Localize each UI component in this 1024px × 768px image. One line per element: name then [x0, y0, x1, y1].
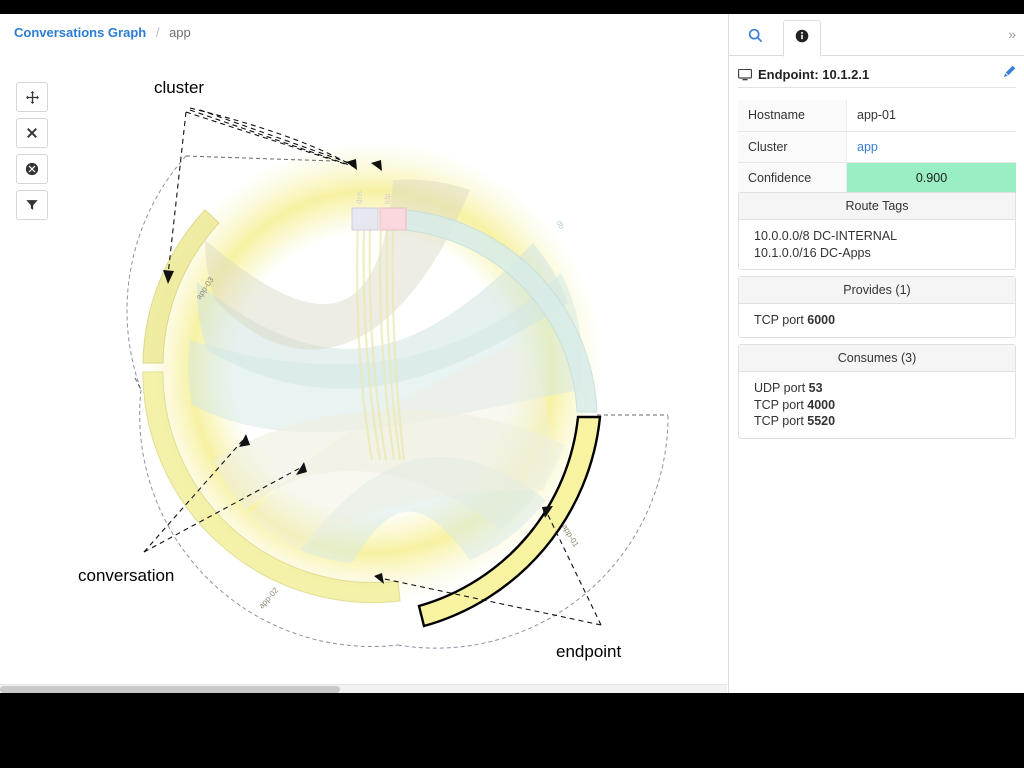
info-panel: » Endpoint: 10.1.2.1 Hostname app-01 Clu… — [729, 14, 1024, 693]
consumes-card: Consumes (3) UDP port 53 TCP port 4000 T… — [738, 344, 1016, 439]
list-item: UDP port 53 — [754, 380, 1015, 397]
list-item: 10.1.0.0/16 DC-Apps — [754, 245, 871, 260]
table-row-confidence: Confidence 0.900 — [738, 162, 1016, 194]
route-tags-title: Route Tags — [739, 193, 1015, 220]
breadcrumb: Conversations Graph / app — [14, 24, 191, 42]
search-icon — [748, 28, 763, 48]
route-tags-card: Route Tags 10.0.0.0/8 DC-INTERNAL 10.1.0… — [738, 192, 1016, 270]
graph-scrollbar-thumb[interactable] — [0, 686, 340, 693]
arc-label-db: db — [554, 219, 567, 232]
consumes-proto: UDP port — [754, 381, 809, 395]
list-item: TCP port 5520 — [754, 413, 1015, 430]
arc-dns — [351, 207, 379, 231]
property-value-confidence: 0.900 — [846, 162, 1016, 194]
breadcrumb-current: app — [169, 25, 191, 40]
breadcrumb-root-link[interactable]: Conversations Graph — [14, 25, 146, 40]
graph-horizontal-scrollbar[interactable] — [0, 684, 727, 693]
tab-info[interactable] — [783, 20, 821, 57]
property-key-cluster: Cluster — [738, 131, 847, 163]
annotation-cluster: cluster — [154, 78, 205, 97]
arc-label-app-01: app-01 — [560, 523, 581, 550]
consumes-title: Consumes (3) — [739, 345, 1015, 372]
property-value-cluster-link[interactable]: app — [846, 131, 1016, 163]
consumes-list: UDP port 53 TCP port 4000 TCP port 5520 — [739, 372, 1015, 438]
arc-label-dns: dns — [355, 191, 364, 204]
endpoint-title: Endpoint: 10.1.2.1 — [758, 67, 870, 82]
application-window: Conversations Graph / app app-03 app-02 … — [0, 14, 1024, 693]
list-item: TCP port 4000 — [754, 397, 1015, 414]
consumes-port: 4000 — [807, 397, 836, 412]
table-row-hostname: Hostname app-01 — [738, 100, 1016, 132]
monitor-icon — [738, 68, 752, 81]
property-key-confidence: Confidence — [738, 162, 847, 194]
provides-list: TCP port 6000 — [739, 304, 1015, 337]
endpoint-properties-table: Hostname app-01 Cluster app Confidence 0… — [738, 100, 1016, 194]
consumes-proto: TCP port — [754, 397, 808, 412]
tab-search[interactable] — [736, 20, 774, 56]
arc-ldp — [379, 207, 407, 231]
consumes-port: 53 — [808, 381, 823, 395]
list-item: 10.0.0.0/8 DC-INTERNAL — [754, 229, 898, 243]
graph-panel: Conversations Graph / app app-03 app-02 … — [0, 14, 729, 693]
breadcrumb-separator: / — [155, 25, 160, 40]
expand-panel-button[interactable]: » — [1008, 26, 1016, 42]
arc-label-app-02: app-02 — [257, 585, 281, 610]
provides-card: Provides (1) TCP port 6000 — [738, 276, 1016, 338]
consumes-proto: TCP port — [754, 414, 808, 428]
info-panel-tabbar: » — [729, 14, 1024, 57]
provides-port: 6000 — [807, 313, 836, 327]
info-icon — [795, 29, 809, 48]
annotation-conversation: conversation — [78, 566, 175, 585]
property-key-hostname: Hostname — [738, 100, 847, 132]
list-item: TCP port 6000 — [754, 312, 1015, 329]
pencil-icon[interactable] — [1003, 65, 1016, 78]
annotation-endpoint: endpoint — [556, 642, 622, 661]
provides-proto: TCP port — [754, 313, 808, 327]
arc-label-ldp: ldp — [383, 193, 392, 204]
route-tags-list: 10.0.0.0/8 DC-INTERNAL 10.1.0.0/16 DC-Ap… — [739, 220, 1015, 269]
table-row-cluster: Cluster app — [738, 131, 1016, 163]
endpoint-header: Endpoint: 10.1.2.1 — [738, 62, 1016, 88]
provides-title: Provides (1) — [739, 277, 1015, 304]
property-value-hostname: app-01 — [846, 100, 1016, 132]
consumes-port: 5520 — [807, 414, 836, 428]
